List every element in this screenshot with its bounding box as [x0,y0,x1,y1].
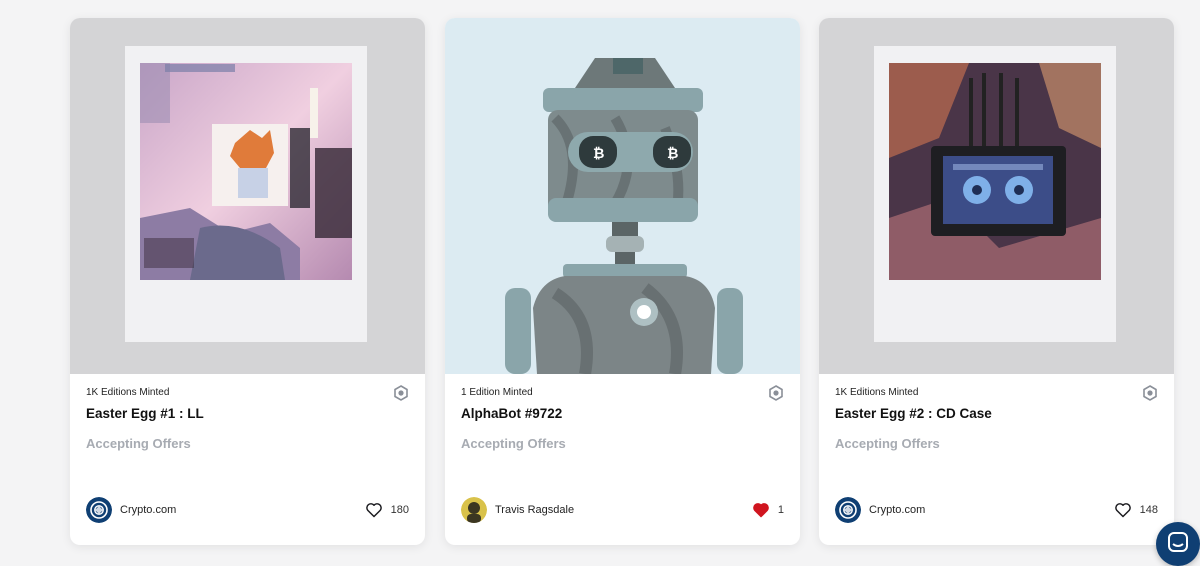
crypto-com-logo-icon [835,497,861,523]
nft-image-easter-egg-1[interactable] [70,18,425,374]
creator-link[interactable]: Crypto.com [835,496,925,524]
like-button[interactable]: 148 [1114,502,1158,518]
like-button[interactable]: 180 [365,502,409,518]
nft-image-easter-egg-2[interactable] [819,18,1174,374]
like-count: 1 [777,504,784,516]
like-count: 148 [1139,504,1158,516]
creator-name: Travis Ragsdale [495,504,575,516]
travis-ragsdale-avatar-icon [461,497,487,523]
svg-text:₿: ₿ [593,146,604,162]
offer-status: Accepting Offers [835,436,940,451]
heart-outline-icon [1114,503,1131,518]
nft-image-alphabot-9722[interactable]: ₿ ₿ [445,18,800,374]
hexagon-badge-icon [1143,385,1157,401]
chat-widget-button[interactable] [1156,522,1200,566]
nft-card-alphabot-9722[interactable]: ₿ ₿ 1 Edition Minted AlphaBot #9722 Acce… [445,18,800,545]
svg-text:₿: ₿ [667,146,678,162]
hexagon-badge-icon [769,385,783,401]
heart-outline-icon [365,503,382,518]
nft-card-easter-egg-1[interactable]: 1K Editions Minted Easter Egg #1 : LL Ac… [70,18,425,545]
offer-status: Accepting Offers [86,436,191,451]
heart-filled-icon [753,503,769,518]
like-button[interactable]: 1 [752,502,784,518]
creator-name: Crypto.com [120,504,177,516]
nft-title[interactable]: Easter Egg #1 : LL [86,406,204,421]
editions-minted: 1K Editions Minted [86,387,170,398]
nft-title[interactable]: AlphaBot #9722 [461,406,562,421]
editions-minted: 1K Editions Minted [835,387,919,398]
creator-link[interactable]: Crypto.com [86,496,176,524]
nft-card-easter-egg-2[interactable]: 1K Editions Minted Easter Egg #2 : CD Ca… [819,18,1174,545]
creator-link[interactable]: Travis Ragsdale [461,496,574,524]
like-count: 180 [390,504,409,516]
nft-title[interactable]: Easter Egg #2 : CD Case [835,406,992,421]
editions-minted: 1 Edition Minted [461,387,533,398]
creator-name: Crypto.com [869,504,926,516]
chat-icon [1168,532,1188,552]
offer-status: Accepting Offers [461,436,566,451]
crypto-com-logo-icon [86,497,112,523]
hexagon-badge-icon [394,385,408,401]
